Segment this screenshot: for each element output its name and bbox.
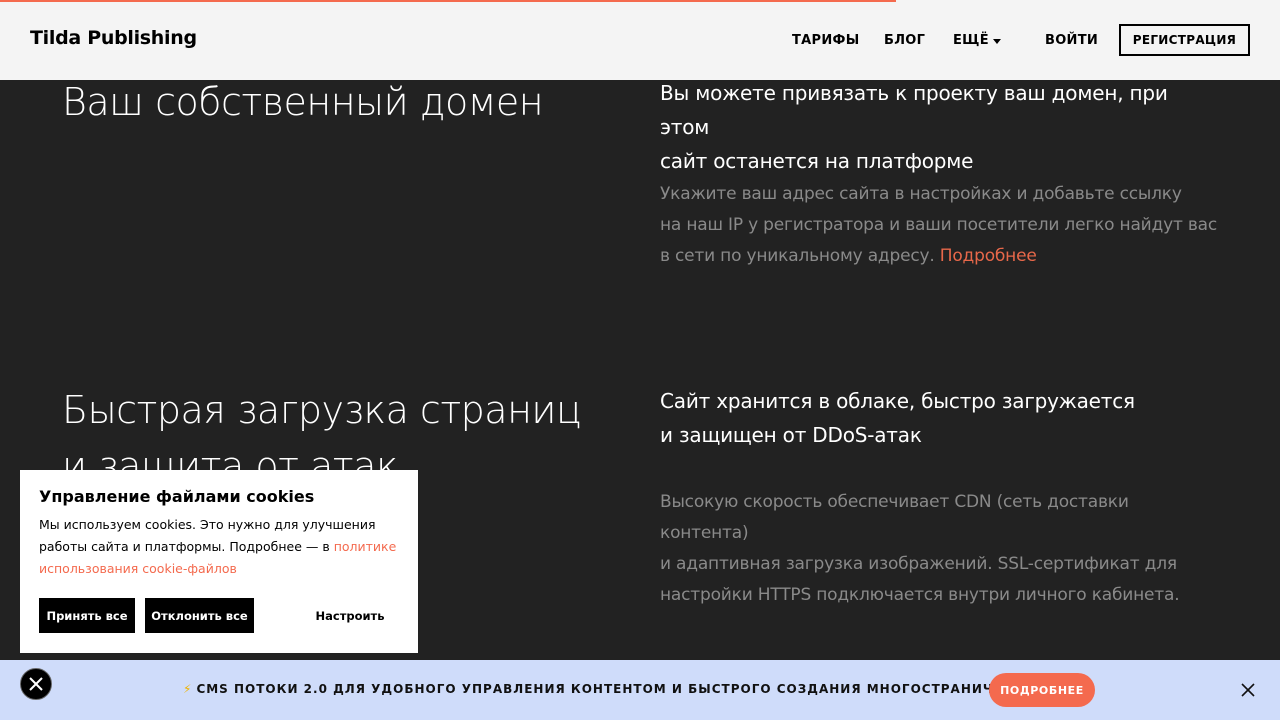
section-lead: Вы можете привязать к проекту ваш домен,…	[660, 76, 1220, 178]
cookie-text-body: Мы используем cookies. Это нужно для улу…	[39, 517, 376, 554]
nav-more-label: ЕЩЁ	[953, 33, 989, 48]
title-line: Быстрая загрузка страниц	[62, 388, 582, 432]
cookie-settings-button[interactable]: Настроить	[308, 598, 392, 633]
lead-line: Сайт хранится в облаке, быстро загружает…	[660, 389, 1135, 413]
desc-line: Высокую скорость обеспечивает CDN (сеть …	[660, 492, 1129, 543]
close-icon[interactable]	[1240, 682, 1256, 698]
desc-line: и адаптивная загрузка изображений. SSL-с…	[660, 554, 1177, 574]
site-header: Tilda Publishing ТАРИФЫ БЛОГ ЕЩЁ ВОЙТИ Р…	[0, 0, 1280, 80]
promo-banner: ⚡ CMS ПОТОКИ 2.0 ДЛЯ УДОБНОГО УПРАВЛЕНИЯ …	[0, 660, 1280, 720]
cookie-consent-dialog: Управление файлами cookies Мы используем…	[20, 470, 418, 653]
section-lead: Сайт хранится в облаке, быстро загружает…	[660, 384, 1220, 452]
register-button[interactable]: РЕГИСТРАЦИЯ	[1119, 24, 1250, 56]
banner-more-button[interactable]: ПОДРОБНЕЕ	[989, 673, 1095, 707]
close-x-glyph	[29, 677, 43, 691]
desc-line: на наш IP у регистратора и ваши посетите…	[660, 215, 1218, 235]
lead-line: и защищен от DDoS-атак	[660, 423, 922, 447]
desc-line: в сети по уникальному адресу.	[660, 246, 935, 266]
scroll-progress-bar	[0, 0, 896, 2]
cookie-text: Мы используем cookies. Это нужно для улу…	[39, 514, 404, 580]
logo[interactable]: Tilda Publishing	[30, 27, 197, 49]
desc-line: настройки HTTPS подключается внутри личн…	[660, 585, 1180, 605]
banner-text-label: CMS ПОТОКИ 2.0 ДЛЯ УДОБНОГО УПРАВЛЕНИЯ К…	[196, 682, 1096, 696]
section-title: Ваш собственный домен	[62, 80, 544, 124]
accept-all-button[interactable]: Принять все	[39, 598, 135, 633]
nav-login[interactable]: ВОЙТИ	[1045, 33, 1098, 48]
cookie-title: Управление файлами cookies	[39, 487, 315, 506]
banner-close-glyph	[1241, 683, 1255, 697]
banner-text: ⚡ CMS ПОТОКИ 2.0 ДЛЯ УДОБНОГО УПРАВЛЕНИЯ …	[183, 682, 1095, 696]
nav-blog[interactable]: БЛОГ	[884, 33, 925, 48]
reject-all-button[interactable]: Отклонить все	[145, 598, 254, 633]
section-description: Высокую скорость обеспечивает CDN (сеть …	[660, 487, 1220, 611]
nav-more-dropdown[interactable]: ЕЩЁ	[953, 33, 1001, 48]
close-icon[interactable]	[20, 668, 52, 700]
nav-tariffs[interactable]: ТАРИФЫ	[792, 33, 860, 48]
lead-line: Вы можете привязать к проекту ваш домен,…	[660, 81, 1168, 139]
desc-line: Укажите ваш адрес сайта в настройках и д…	[660, 184, 1182, 204]
lightning-icon: ⚡	[183, 682, 193, 696]
caret-down-icon	[992, 38, 1001, 44]
lead-line: сайт останется на платформе	[660, 149, 974, 173]
section-description: Укажите ваш адрес сайта в настройках и д…	[660, 179, 1220, 272]
more-link[interactable]: Подробнее	[940, 246, 1037, 266]
